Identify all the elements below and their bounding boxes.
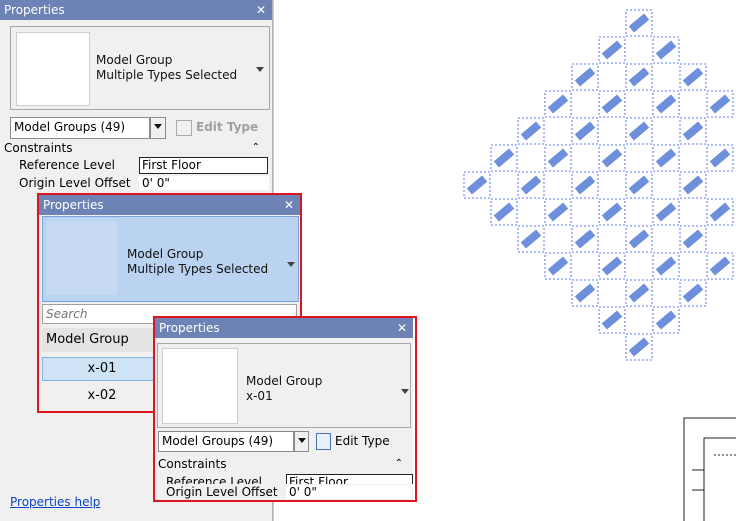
palette-title: Properties xyxy=(4,3,65,17)
close-icon[interactable]: ✕ xyxy=(256,0,266,20)
model-group-element xyxy=(628,175,650,195)
model-group-element xyxy=(574,67,596,87)
model-group-element xyxy=(682,229,704,249)
section-label: Constraints xyxy=(4,141,73,155)
type-thumbnail xyxy=(16,32,90,106)
model-group-element xyxy=(520,175,542,195)
highlight-frame xyxy=(153,316,417,502)
model-group-element xyxy=(628,13,650,33)
prop-label: Reference Level xyxy=(19,158,115,172)
prop-label: Origin Level Offset xyxy=(19,176,131,190)
model-group-element xyxy=(709,148,731,168)
model-group-element xyxy=(628,337,650,357)
model-group-element xyxy=(466,175,488,195)
model-group-element xyxy=(655,256,677,276)
type-subname: Multiple Types Selected xyxy=(96,68,238,82)
model-group-element xyxy=(601,256,623,276)
model-group-element xyxy=(601,40,623,60)
model-group-element xyxy=(493,202,515,222)
instance-filter-dropdown[interactable]: Model Groups (49) xyxy=(10,117,150,139)
prop-value[interactable]: First Floor xyxy=(139,157,268,174)
palette-titlebar[interactable]: Properties ✕ xyxy=(0,0,272,20)
dropdown-button[interactable] xyxy=(150,117,166,139)
model-group-element xyxy=(601,148,623,168)
model-group-element xyxy=(574,229,596,249)
model-group-element xyxy=(682,67,704,87)
prop-value[interactable]: 0' 0" xyxy=(139,176,269,190)
type-name: Model Group xyxy=(96,53,173,67)
model-group-element xyxy=(520,121,542,141)
model-group-element xyxy=(547,256,569,276)
properties-help-link[interactable]: Properties help xyxy=(10,495,100,509)
model-group-element xyxy=(520,229,542,249)
model-group-element xyxy=(655,94,677,114)
model-group-element xyxy=(547,202,569,222)
model-group-element xyxy=(655,202,677,222)
model-group-element xyxy=(709,94,731,114)
model-group-element xyxy=(709,256,731,276)
edit-type-icon xyxy=(176,119,192,136)
wall-fragment xyxy=(683,417,736,521)
chevron-down-icon[interactable] xyxy=(256,67,264,72)
collapse-icon[interactable]: ⌃ xyxy=(252,140,260,156)
model-group-element xyxy=(628,283,650,303)
edit-type-label: Edit Type xyxy=(196,120,259,134)
model-group-element xyxy=(682,283,704,303)
type-selector[interactable]: Model Group Multiple Types Selected xyxy=(10,26,270,110)
constraints-header[interactable]: Constraints ⌃ xyxy=(2,140,268,156)
model-group-element xyxy=(601,310,623,330)
model-group-element xyxy=(655,40,677,60)
model-group-element xyxy=(628,67,650,87)
model-group-element xyxy=(628,229,650,249)
model-group-element xyxy=(601,202,623,222)
model-group-element xyxy=(601,94,623,114)
model-group-element xyxy=(628,121,650,141)
model-group-element xyxy=(655,310,677,330)
model-group-element xyxy=(493,148,515,168)
edit-type-button[interactable]: Edit Type xyxy=(176,116,268,138)
model-group-element xyxy=(709,202,731,222)
model-group-element xyxy=(547,148,569,168)
model-group-element xyxy=(574,283,596,303)
model-group-element xyxy=(547,94,569,114)
model-group-element xyxy=(574,175,596,195)
model-group-element xyxy=(682,121,704,141)
model-group-element xyxy=(574,121,596,141)
model-group-element xyxy=(682,175,704,195)
model-group-element xyxy=(655,148,677,168)
